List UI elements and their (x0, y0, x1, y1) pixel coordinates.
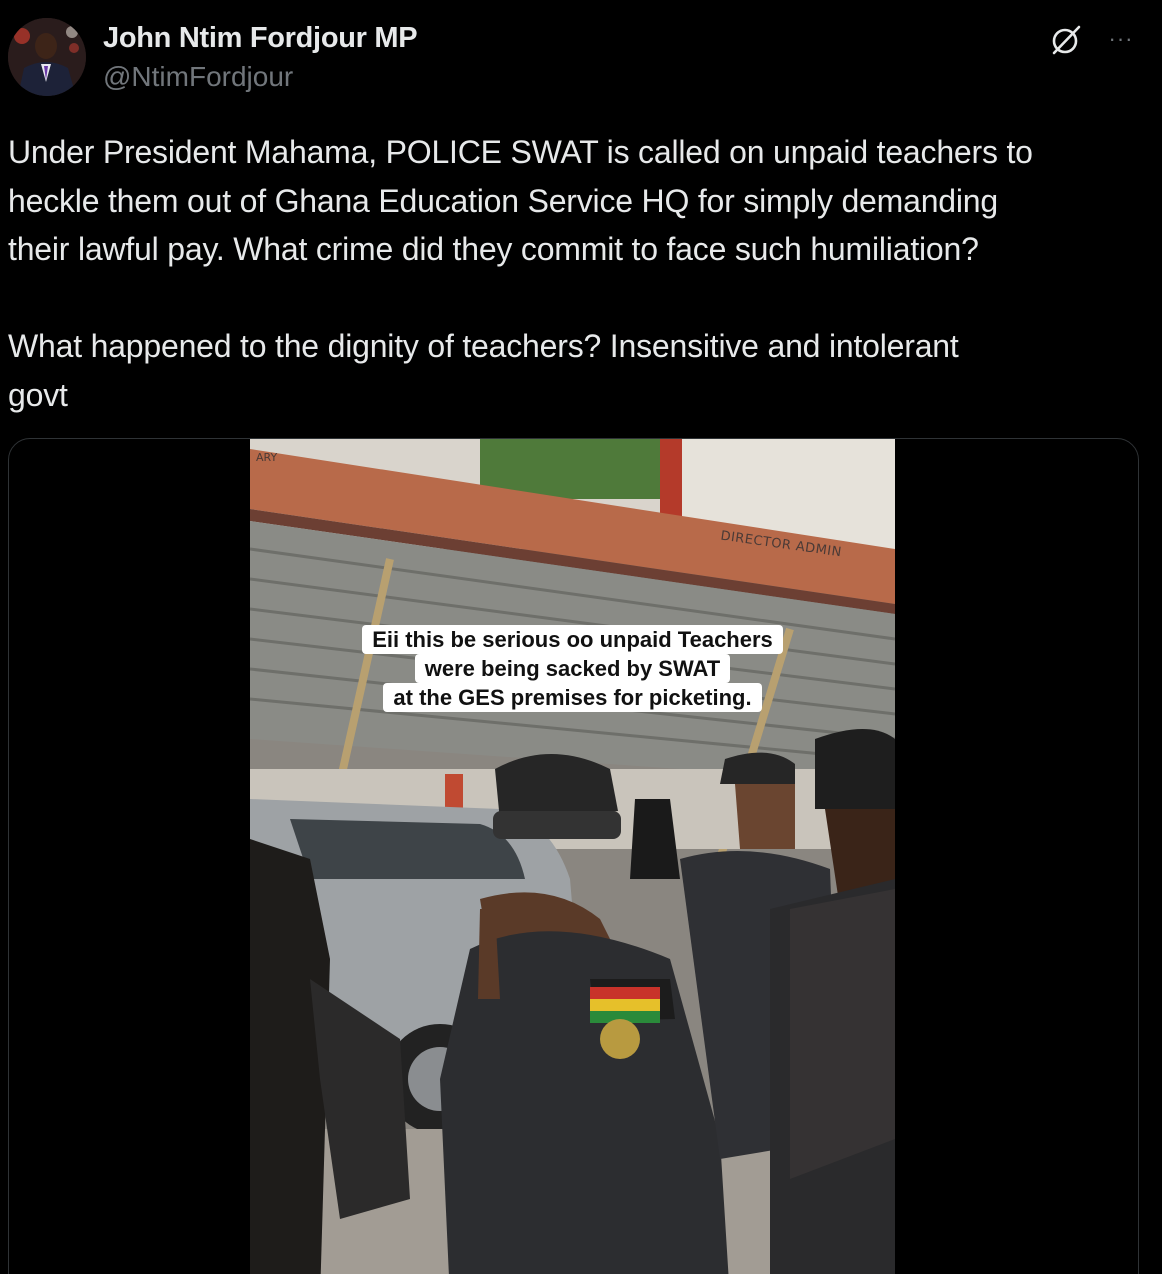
author-handle[interactable]: @NtimFordjour (103, 58, 417, 96)
caption-line: at the GES premises for picketing. (383, 683, 762, 712)
media-card[interactable]: ARY DIRECTOR ADMIN Eii this be serious o… (8, 438, 1139, 1274)
avatar-photo (8, 18, 86, 96)
video-player[interactable]: ARY DIRECTOR ADMIN Eii this be serious o… (250, 439, 895, 1274)
sign-text-left: ARY (256, 451, 278, 464)
author-display-name[interactable]: John Ntim Fordjour MP (103, 20, 418, 56)
caption-line: were being sacked by SWAT (414, 654, 731, 683)
video-still (250, 439, 895, 1274)
author-info: John Ntim Fordjour MP @NtimFordjour (103, 20, 418, 96)
caption-line: Eii this be serious oo unpaid Teachers (362, 625, 783, 654)
grok-icon[interactable] (1048, 22, 1084, 58)
video-caption: Eii this be serious oo unpaid Teachers w… (250, 625, 895, 712)
more-options-icon[interactable]: ··· (1104, 24, 1138, 54)
tweet: John Ntim Fordjour MP @NtimFordjour ··· … (0, 0, 1162, 1274)
author-avatar[interactable] (8, 18, 86, 96)
tweet-text: Under President Mahama, POLICE SWAT is c… (8, 134, 1033, 413)
